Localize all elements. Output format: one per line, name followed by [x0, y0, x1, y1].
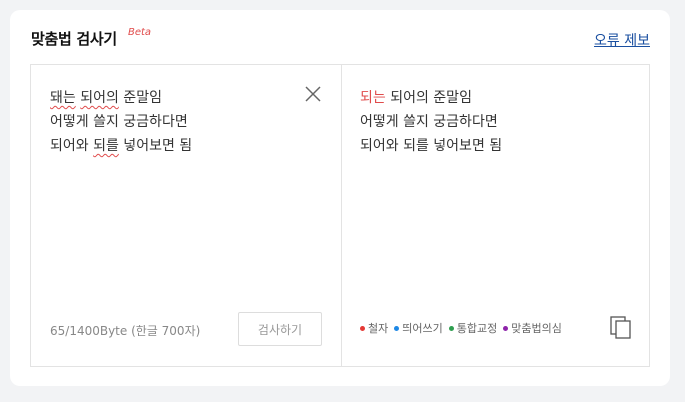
legend-dot: [503, 325, 509, 331]
error-legend: 철자 띄어쓰기 통합교정 맞춤법의심: [360, 320, 562, 336]
report-error-link[interactable]: 오류 제보: [594, 30, 650, 50]
legend-dot: [448, 325, 454, 331]
legend-item-spelling: 철자: [360, 320, 388, 336]
byte-count: 65/1400Byte (한글 700자): [50, 324, 201, 338]
legend-dot: [360, 325, 365, 331]
input-text-area[interactable]: 돼는 되어의 준말임 어떻게 쓸지 궁금하다면 되어와 되를 넣어보면 됨: [50, 86, 192, 158]
error-word: 돼는: [50, 90, 76, 106]
result-line: 어떻게 쓸지 궁금하다면: [360, 114, 498, 130]
input-line: 어떻게 쓸지 궁금하다면: [50, 114, 188, 130]
input-line: 돼는 되어의 준말임: [50, 90, 162, 106]
legend-item-integrated: 통합교정: [448, 320, 497, 336]
legend-item-suspect: 맞춤법의심: [503, 320, 562, 336]
legend-dot: [394, 325, 400, 331]
error-word: 되어의: [80, 90, 119, 106]
input-line: 되어와 되를 넣어보면 됨: [50, 138, 193, 154]
spell-checker-card: 맞춤법 검사기 Beta 오류 제보 돼는 되어의 준말임 어떻게 쓸지 궁금하…: [10, 10, 670, 386]
panel-divider: [341, 65, 342, 366]
page-title: 맞춤법 검사기: [31, 30, 117, 48]
beta-badge: Beta: [128, 27, 152, 38]
result-line: 되어와 되를 넣어보면 됨: [360, 138, 503, 154]
checker-panel: 돼는 되어의 준말임 어떻게 쓸지 궁금하다면 되어와 되를 넣어보면 됨 65…: [30, 64, 650, 367]
legend-item-spacing: 띄어쓰기: [394, 320, 443, 336]
error-word: 되를: [93, 138, 119, 154]
close-icon[interactable]: [303, 84, 323, 104]
corrected-word: 되는: [360, 90, 386, 106]
check-button[interactable]: 검사하기: [238, 312, 322, 346]
result-line: 되는 되어의 준말임: [360, 90, 472, 106]
result-text-area: 되는 되어의 준말임 어떻게 쓸지 궁금하다면 되어와 되를 넣어보면 됨: [360, 86, 502, 158]
copy-icon[interactable]: [610, 316, 632, 340]
